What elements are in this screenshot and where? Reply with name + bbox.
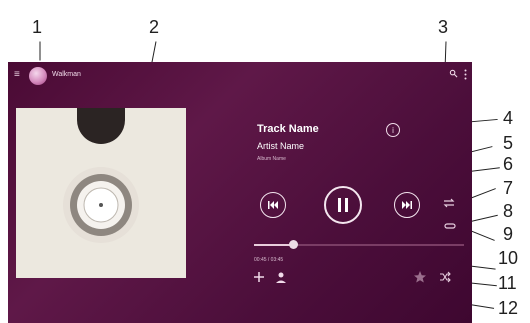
search-icon[interactable] [449,69,458,78]
previous-icon [268,201,278,209]
callout-1: 1 [32,17,43,37]
album-art[interactable] [16,108,186,278]
next-icon [402,201,412,209]
callout-4: 4 [503,108,514,128]
callout-line-1 [39,41,41,61]
next-button[interactable] [394,192,420,218]
callout-7: 7 [503,178,514,198]
callout-10: 10 [498,248,519,268]
callout-11: 11 [498,273,517,293]
track-name: Track Name [257,123,319,135]
play-pause-button[interactable] [324,186,362,224]
walkman-avatar-icon [29,67,47,85]
callout-5: 5 [503,133,514,153]
progress-thumb[interactable] [289,240,299,249]
top-app-bar: ≡ Walkman [8,62,472,90]
add-icon[interactable] [252,270,266,284]
album-name: Album Name [257,156,286,162]
more-vertical-icon[interactable] [464,69,467,80]
callout-2: 2 [149,17,160,37]
callout-6: 6 [503,154,514,174]
info-icon: i [392,126,394,135]
callout-12: 12 [498,298,519,318]
person-icon[interactable] [274,270,288,284]
callout-9: 9 [503,224,514,244]
app-title: Walkman [52,71,81,78]
callout-8: 8 [503,201,514,221]
shuffle-icon[interactable] [444,222,456,230]
artist-name: Artist Name [257,141,305,151]
pause-icon [338,198,348,212]
time-display: 00:45 / 03:45 [254,257,284,263]
shuffle-icon-bottom[interactable] [438,270,452,284]
repeat-icon[interactable] [442,198,456,208]
info-button[interactable]: i [386,123,400,137]
menu-icon[interactable]: ≡ [14,70,20,80]
callout-3: 3 [438,17,449,37]
previous-button[interactable] [260,192,286,218]
star-icon[interactable] [413,270,427,284]
progress-fill [254,244,294,246]
album-art-image [16,108,186,278]
walkman-player-screen: ≡ Walkman Track Name Artist Name Album N… [8,62,472,323]
